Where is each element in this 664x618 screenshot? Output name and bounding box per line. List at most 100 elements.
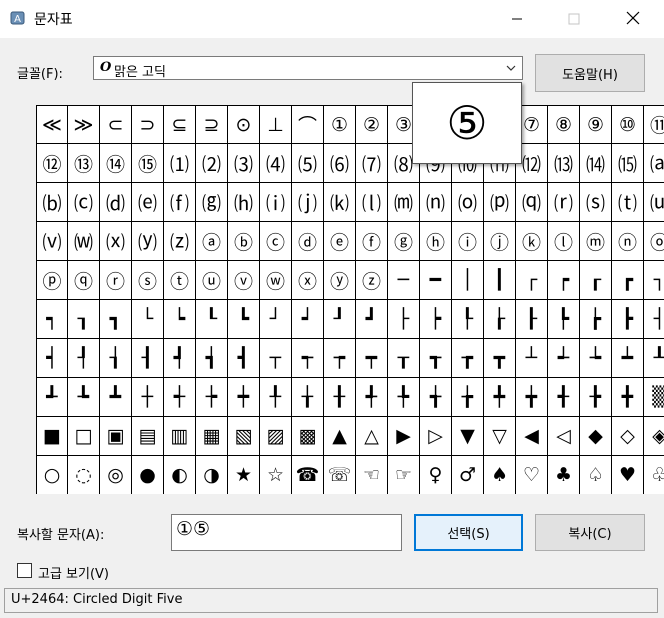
character-cell[interactable]: ○ [36,456,68,494]
character-cell[interactable]: ╃ [356,378,388,417]
character-cell[interactable]: ⊥ [260,105,292,144]
character-cell[interactable]: ♡ [516,456,548,494]
character-cell[interactable]: ┾ [196,378,228,417]
character-cell[interactable]: ▶ [388,417,420,456]
character-cell[interactable]: ⌒ [292,105,324,144]
character-cell[interactable]: ☏ [324,456,356,494]
character-cell[interactable]: ⒵ [164,222,196,261]
character-cell[interactable]: ╊ [580,378,612,417]
character-cell[interactable]: ┩ [164,339,196,378]
character-cell[interactable]: ★ [228,456,260,494]
advanced-view-checkbox[interactable] [17,563,32,578]
character-cell[interactable]: ⒮ [580,183,612,222]
maximize-button[interactable] [551,0,597,38]
character-cell[interactable]: ┹ [36,378,68,417]
character-cell[interactable]: ⒰ [644,183,664,222]
character-cell[interactable]: ┤ [644,300,664,339]
character-cell[interactable]: ⒳ [100,222,132,261]
character-cell[interactable]: ☞ [388,456,420,494]
character-cell[interactable]: ⒲ [68,222,100,261]
character-cell[interactable]: ⓡ [100,261,132,300]
character-cell[interactable]: ⓟ [36,261,68,300]
character-cell[interactable]: ╀ [260,378,292,417]
character-cell[interactable]: ┖ [196,300,228,339]
character-cell[interactable]: ⒢ [196,183,228,222]
character-cell[interactable]: ⑧ [548,105,580,144]
character-cell[interactable]: ◇ [612,417,644,456]
character-cell[interactable]: ⒪ [452,183,484,222]
character-cell[interactable]: ┻ [100,378,132,417]
character-cell[interactable]: ⓦ [260,261,292,300]
character-cell[interactable]: ⒡ [164,183,196,222]
character-cell[interactable]: ◁ [548,417,580,456]
character-cell[interactable]: ⓝ [612,222,644,261]
character-cell[interactable]: ⒬ [516,183,548,222]
character-cell[interactable]: ☜ [356,456,388,494]
character-cell[interactable]: △ [356,417,388,456]
character-cell[interactable]: ≫ [68,105,100,144]
character-cell[interactable]: ┲ [452,339,484,378]
character-cell[interactable]: ┴ [516,339,548,378]
character-cell[interactable]: ⒴ [132,222,164,261]
character-cell[interactable]: ⒥ [292,183,324,222]
character-cell[interactable]: ┱ [420,339,452,378]
character-cell[interactable]: ⑬ [68,144,100,183]
character-cell[interactable]: ⊆ [164,105,196,144]
character-cell[interactable]: └ [132,300,164,339]
character-cell[interactable]: ┒ [68,300,100,339]
character-cell[interactable]: ⑮ [132,144,164,183]
character-cell[interactable]: ▒ [644,378,664,417]
character-cell[interactable]: ♤ [580,456,612,494]
character-cell[interactable]: □ [68,417,100,456]
character-cell[interactable]: ◆ [580,417,612,456]
character-cell[interactable]: ⊙ [228,105,260,144]
character-cell[interactable]: ◐ [164,456,196,494]
character-cell[interactable]: ◈ [644,417,664,456]
character-cell[interactable]: ⓓ [292,222,324,261]
character-cell[interactable]: ╈ [516,378,548,417]
character-cell[interactable]: ╄ [388,378,420,417]
character-cell[interactable]: ⒟ [100,183,132,222]
character-cell[interactable]: ⒜ [644,144,664,183]
character-cell[interactable]: ⓔ [324,222,356,261]
character-cell[interactable]: ■ [36,417,68,456]
character-cell[interactable]: ─ [388,261,420,300]
character-cell[interactable]: ┶ [580,339,612,378]
character-cell[interactable]: ┗ [228,300,260,339]
character-cell[interactable]: ┮ [324,339,356,378]
character-cell[interactable]: ⓢ [132,261,164,300]
character-cell[interactable]: ⒨ [388,183,420,222]
character-cell[interactable]: ┿ [228,378,260,417]
character-cell[interactable]: ┚ [324,300,356,339]
character-cell[interactable]: ⓥ [228,261,260,300]
character-cell[interactable]: ⑵ [196,144,228,183]
character-cell[interactable]: ⒣ [228,183,260,222]
close-button[interactable] [610,0,656,38]
character-cell[interactable]: ♣ [548,456,580,494]
character-cell[interactable]: ┳ [484,339,516,378]
character-cell[interactable]: ⊂ [100,105,132,144]
character-cell[interactable]: ▩ [292,417,324,456]
character-cell[interactable]: ● [132,456,164,494]
character-cell[interactable]: ▣ [100,417,132,456]
character-cell[interactable]: ┽ [164,378,196,417]
character-cell[interactable]: ⓣ [164,261,196,300]
character-cell[interactable]: ⓠ [68,261,100,300]
advanced-view-label[interactable]: 고급 보기(V) [38,563,109,582]
character-cell[interactable]: ▤ [132,417,164,456]
character-cell[interactable]: ┡ [548,300,580,339]
character-cell[interactable]: ╉ [548,378,580,417]
character-cell[interactable]: ▲ [324,417,356,456]
character-cell[interactable]: ⒩ [420,183,452,222]
character-cell[interactable]: ┌ [516,261,548,300]
character-cell[interactable]: ⓛ [548,222,580,261]
character-cell[interactable]: ┘ [260,300,292,339]
character-cell[interactable]: ⒞ [68,183,100,222]
character-cell[interactable]: ☆ [260,456,292,494]
character-cell[interactable]: ⑴ [164,144,196,183]
character-cell[interactable]: ⒫ [484,183,516,222]
copy-button[interactable]: 복사(C) [535,514,645,551]
character-cell[interactable]: ┰ [388,339,420,378]
character-cell[interactable]: ⓩ [356,261,388,300]
character-cell[interactable]: ⒱ [36,222,68,261]
